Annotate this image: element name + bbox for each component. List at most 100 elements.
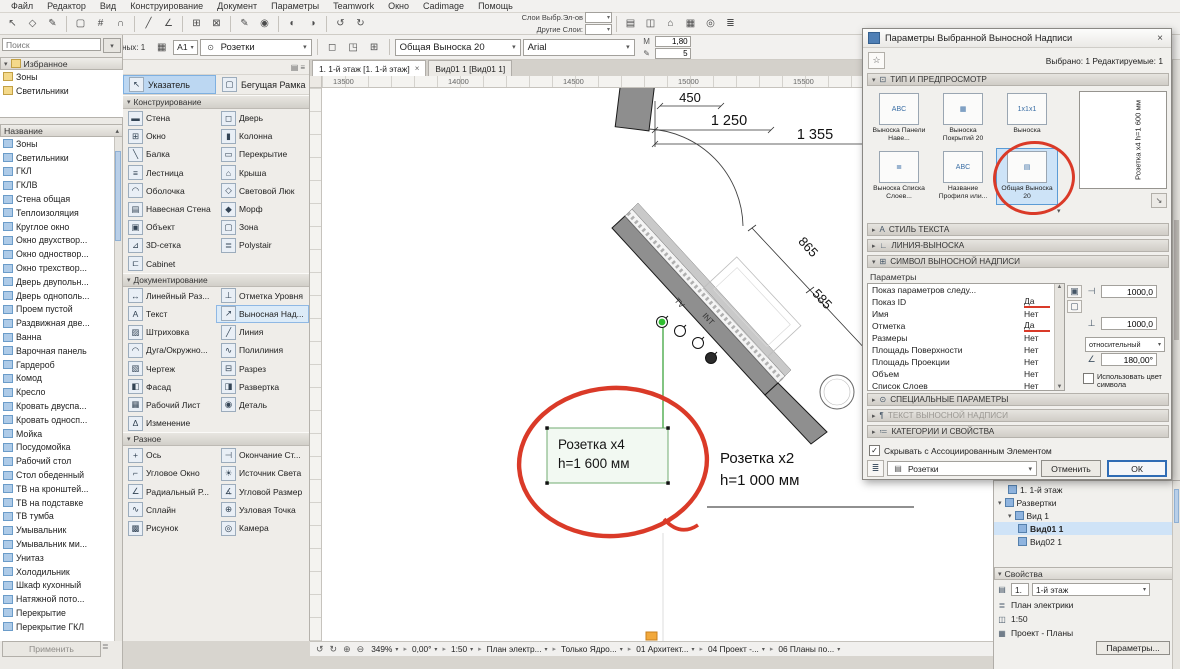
font-combo[interactable]: Arial ▾: [523, 39, 635, 56]
hide-eye-icon[interactable]: ◑: [303, 14, 322, 33]
param-value[interactable]: Нет: [1024, 381, 1050, 391]
menu-Teamwork[interactable]: Teamwork: [326, 1, 381, 11]
expander-icon[interactable]: ▾: [1008, 512, 1012, 520]
redo-icon[interactable]: ↻: [327, 644, 341, 655]
param-value[interactable]: Нет: [1024, 357, 1050, 367]
tool-Световой Люк[interactable]: ◇Световой Люк: [216, 182, 309, 200]
tool-Зона[interactable]: ▢Зона: [216, 218, 309, 236]
search-options-icon[interactable]: ▾: [103, 38, 121, 53]
layers-selected-dropdown[interactable]: ▾: [585, 12, 612, 23]
menu-Документ[interactable]: Документ: [210, 1, 264, 11]
list-item[interactable]: Окно двухствор...: [0, 234, 116, 248]
tool-Окончание Ст...[interactable]: ⊣Окончание Ст...: [216, 446, 309, 464]
statusbar-segment[interactable]: Только Ядро...▾: [557, 644, 627, 654]
cancel-button[interactable]: Отменить: [1041, 460, 1101, 477]
preset-Выноска[interactable]: 1x1x1Выноска: [996, 90, 1058, 147]
drawing-scale[interactable]: 1:50: [1011, 614, 1028, 624]
grid-icon[interactable]: ⊞: [365, 38, 384, 57]
param-value[interactable]: Да: [1024, 320, 1050, 332]
undo-icon[interactable]: ↺: [313, 644, 327, 655]
close-tab-icon[interactable]: ×: [415, 64, 420, 73]
floor-name-combo[interactable]: 1-й этаж ▾: [1032, 583, 1150, 596]
list-item[interactable]: Перекрытие ГКЛ: [0, 620, 116, 634]
tree-item[interactable]: Вид01 1: [994, 522, 1173, 535]
preset-Выноска Списка Слоев...[interactable]: ≣Выноска Списка Слоев...: [868, 148, 930, 205]
hide-with-element-checkbox[interactable]: ✓: [869, 445, 880, 456]
tool-Источник Света[interactable]: ☀Источник Света: [216, 464, 309, 482]
tool-Рисунок[interactable]: ▩Рисунок: [123, 519, 216, 537]
tree-item[interactable]: ▾Вид 1: [994, 509, 1173, 522]
toolbox-section-header[interactable]: ▾Конструирование: [123, 95, 309, 109]
statusbar-segment[interactable]: 0,00°▾: [408, 644, 441, 654]
grid-snap-icon[interactable]: #: [91, 14, 110, 33]
preset-scroll-caret-icon[interactable]: ▾: [1057, 207, 1061, 215]
list-item[interactable]: ГКЛВ: [0, 178, 116, 192]
tool-Деталь[interactable]: ◉Деталь: [216, 396, 309, 414]
anchor-bottom-icon[interactable]: ▢: [1067, 300, 1082, 313]
project-planset[interactable]: Проект - Планы: [1011, 628, 1073, 638]
tool-Окно[interactable]: ⊞Окно: [123, 127, 216, 145]
toolbox-panel-icon[interactable]: ▤: [291, 63, 299, 72]
params-scrollbar[interactable]: ▲▼: [1054, 284, 1064, 390]
tool-Отметка Уровня[interactable]: ⊥Отметка Уровня: [216, 287, 309, 305]
list-scrollbar[interactable]: [114, 137, 122, 641]
layer-icon[interactable]: ≣: [867, 460, 884, 477]
param-row[interactable]: ОбъемНет: [868, 368, 1064, 380]
font-size-field[interactable]: [655, 36, 691, 47]
rotate-left-icon[interactable]: ↺: [331, 14, 350, 33]
tool-marquee[interactable]: ▢ Бегущая Рамка: [216, 75, 309, 94]
toolbox-section-header[interactable]: ▾Документирование: [123, 273, 309, 287]
dimension-style-combo[interactable]: A1▾: [173, 40, 197, 55]
tool-Узловая Точка[interactable]: ⊕Узловая Точка: [216, 501, 309, 519]
section-symbol[interactable]: ▾ ⊞ СИМВОЛ ВЫНОСНОЙ НАДПИСИ: [867, 255, 1169, 268]
zoom-out-icon[interactable]: ⊖: [354, 644, 368, 655]
tree-item[interactable]: 1. 1-й этаж: [994, 483, 1173, 496]
tool-Колонна[interactable]: ▮Колонна: [216, 127, 309, 145]
menu-Конструирование[interactable]: Конструирование: [123, 1, 210, 11]
list-title[interactable]: Название: [4, 126, 43, 136]
tool-Угловой Размер[interactable]: ∡Угловой Размер: [216, 483, 309, 501]
section-leader-line[interactable]: ▸ ∟ ЛИНИЯ-ВЫНОСКА: [867, 239, 1169, 252]
list-item[interactable]: Окно трехствор...: [0, 261, 116, 275]
guide-line-icon[interactable]: ╱: [139, 14, 158, 33]
tool-3D-сетка[interactable]: ⊿3D-сетка: [123, 236, 216, 254]
param-value[interactable]: Нет: [1024, 369, 1050, 379]
tool-Изменение[interactable]: ΔИзменение: [123, 414, 216, 432]
tool-Cabinet[interactable]: ⊏Cabinet: [123, 255, 216, 273]
tool-Разрез[interactable]: ⊟Разрез: [216, 359, 309, 377]
tool-Развертка[interactable]: ◨Развертка: [216, 378, 309, 396]
collapse-caret-icon[interactable]: ▾: [4, 60, 8, 68]
list-item[interactable]: Раздвижная две...: [0, 316, 116, 330]
tool-Камера[interactable]: ◎Камера: [216, 519, 309, 537]
list-item[interactable]: ГКЛ: [0, 165, 116, 179]
column-view-icon[interactable]: ◫: [641, 14, 660, 33]
tool-arrow[interactable]: ↖ Указатель: [123, 75, 216, 94]
list-item[interactable]: Мойка: [0, 427, 116, 441]
element-type-combo[interactable]: ⊙ Розетки ▾: [200, 39, 312, 56]
param-value[interactable]: Да: [1024, 296, 1050, 308]
tool-Фасад[interactable]: ◧Фасад: [123, 378, 216, 396]
list-item[interactable]: ТВ на подставке: [0, 496, 116, 510]
preset-Выноска Покрытий 20[interactable]: ▦Выноска Покрытий 20: [932, 90, 994, 147]
list-item[interactable]: Окно одноствор...: [0, 247, 116, 261]
list-item[interactable]: Ванна: [0, 330, 116, 344]
list-item[interactable]: Кровать двуспа...: [0, 399, 116, 413]
list-item[interactable]: Комод: [0, 372, 116, 386]
list-item[interactable]: Проем пустой: [0, 303, 116, 317]
apply-button[interactable]: Применить: [2, 641, 101, 657]
list-icon[interactable]: ≣: [721, 14, 740, 33]
offset-x-field[interactable]: [1101, 285, 1157, 298]
favorite-item[interactable]: Светильники: [0, 84, 123, 98]
tool-Стена[interactable]: ▬Стена: [123, 109, 216, 127]
rotate-right-icon[interactable]: ↻: [351, 14, 370, 33]
protractor-icon[interactable]: ∠: [159, 14, 178, 33]
use-symbol-color-checkbox[interactable]: [1083, 373, 1094, 384]
list-item[interactable]: Варочная панель: [0, 344, 116, 358]
tool-Рабочий Лист[interactable]: ▦Рабочий Лист: [123, 396, 216, 414]
tool-Текст[interactable]: AТекст: [123, 305, 216, 323]
preset-Выноска Панели Наве...[interactable]: ABCВыноска Панели Наве...: [868, 90, 930, 147]
frame-icon[interactable]: ◳: [344, 38, 363, 57]
list-item[interactable]: Зоны: [0, 137, 116, 151]
list-item[interactable]: Холодильник: [0, 565, 116, 579]
marquee-icon[interactable]: ▢: [71, 14, 90, 33]
